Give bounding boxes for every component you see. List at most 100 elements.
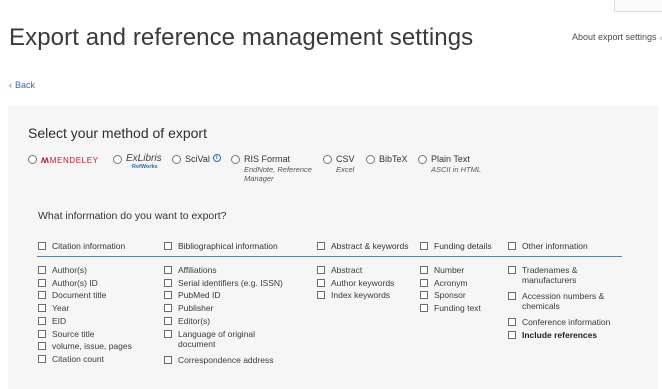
checkbox-box[interactable] bbox=[38, 266, 46, 274]
radio-bibtex[interactable]: BibTeX bbox=[366, 154, 408, 165]
checkbox-box[interactable] bbox=[164, 304, 172, 312]
checkbox-box[interactable] bbox=[317, 266, 325, 274]
radio-circle[interactable] bbox=[113, 155, 122, 164]
checkbox-label: Publisher bbox=[178, 303, 214, 313]
checkbox-author-keywords[interactable]: Author keywords bbox=[317, 278, 394, 288]
checkbox-conference-information[interactable]: Conference information bbox=[508, 317, 610, 327]
checkbox-authors[interactable]: Author(s) bbox=[38, 265, 87, 275]
radio-mendeley[interactable]: ʍ MENDELEY bbox=[28, 154, 99, 166]
info-icon[interactable]: i bbox=[212, 154, 221, 162]
radio-scival[interactable]: SciVal i bbox=[172, 154, 221, 165]
checkbox-box[interactable] bbox=[508, 318, 516, 326]
checkbox-box[interactable] bbox=[317, 279, 325, 287]
checkbox-author-ids[interactable]: Author(s) ID bbox=[38, 278, 98, 288]
checkbox-label: Citation count bbox=[52, 354, 104, 364]
checkbox-editors[interactable]: Editor(s) bbox=[164, 316, 210, 326]
checkbox-box[interactable] bbox=[317, 242, 325, 250]
checkbox-box[interactable] bbox=[508, 331, 516, 339]
checkbox-box[interactable] bbox=[38, 330, 46, 338]
checkbox-label: Include references bbox=[522, 330, 598, 340]
checkbox-box[interactable] bbox=[38, 317, 46, 325]
checkbox-sponsor[interactable]: Sponsor bbox=[420, 290, 466, 300]
checkbox-source-title[interactable]: Source title bbox=[38, 329, 95, 339]
checkbox-label: Author(s) bbox=[52, 265, 87, 275]
csv-label: CSV bbox=[336, 154, 355, 164]
checkbox-box[interactable] bbox=[164, 330, 172, 338]
checkbox-citation-count[interactable]: Citation count bbox=[38, 354, 104, 364]
checkbox-label: Funding details bbox=[434, 241, 492, 251]
checkbox-box[interactable] bbox=[38, 342, 46, 350]
checkbox-citation-information[interactable]: Citation information bbox=[38, 241, 125, 251]
radio-refworks[interactable]: ExLibris RefWorks bbox=[113, 154, 162, 171]
checkbox-bibliographical-information[interactable]: Bibliographical information bbox=[164, 241, 278, 251]
checkbox-box[interactable] bbox=[420, 291, 428, 299]
checkbox-box[interactable] bbox=[317, 291, 325, 299]
checkbox-include-references[interactable]: Include references bbox=[508, 330, 597, 340]
checkbox-label: Abstract & keywords bbox=[331, 241, 409, 251]
checkbox-funding-details[interactable]: Funding details bbox=[420, 241, 492, 251]
checkbox-abstract[interactable]: Abstract bbox=[317, 265, 362, 275]
checkbox-box[interactable] bbox=[38, 291, 46, 299]
checkbox-box[interactable] bbox=[420, 304, 428, 312]
export-method-title: Select your method of export bbox=[28, 125, 207, 141]
radio-circle[interactable] bbox=[28, 155, 37, 164]
checkbox-acronym[interactable]: Acronym bbox=[420, 278, 468, 288]
checkbox-box[interactable] bbox=[38, 304, 46, 312]
mendeley-logo: ʍ MENDELEY bbox=[41, 155, 99, 166]
checkbox-box[interactable] bbox=[508, 266, 516, 274]
checkbox-box[interactable] bbox=[420, 266, 428, 274]
checkbox-box[interactable] bbox=[420, 279, 428, 287]
checkbox-label: Citation information bbox=[52, 241, 126, 251]
checkbox-number[interactable]: Number bbox=[420, 265, 464, 275]
radio-circle[interactable] bbox=[323, 155, 332, 164]
checkbox-volume-issue-pages[interactable]: volume, issue, pages bbox=[38, 341, 132, 351]
back-link[interactable]: ‹ Back bbox=[9, 80, 35, 90]
checkbox-accession-numbers-chemicals[interactable]: Accession numbers & chemicals bbox=[508, 291, 622, 311]
checkbox-correspondence-address[interactable]: Correspondence address bbox=[164, 355, 273, 365]
radio-csv[interactable]: CSV Excel bbox=[323, 154, 355, 174]
checkbox-other-information[interactable]: Other information bbox=[508, 241, 588, 251]
checkbox-label: Sponsor bbox=[434, 290, 466, 300]
checkbox-box[interactable] bbox=[164, 291, 172, 299]
checkbox-label: Year bbox=[52, 303, 70, 313]
radio-plain-text[interactable]: Plain Text ASCII in HTML bbox=[418, 154, 481, 174]
radio-circle[interactable] bbox=[366, 155, 375, 164]
checkbox-eid[interactable]: EID bbox=[38, 316, 66, 326]
checkbox-serial-identifiers[interactable]: Serial identifiers (e.g. ISSN) bbox=[164, 278, 283, 288]
checkbox-label: Funding text bbox=[434, 303, 481, 313]
checkbox-label: Correspondence address bbox=[178, 355, 274, 365]
checkbox-tradenames-manufacturers[interactable]: Tradenames & manufacturers bbox=[508, 265, 602, 285]
checkbox-box[interactable] bbox=[164, 266, 172, 274]
checkbox-pubmed-id[interactable]: PubMed ID bbox=[164, 290, 221, 300]
top-bar-edge bbox=[614, 0, 662, 12]
checkbox-box[interactable] bbox=[164, 317, 172, 325]
checkbox-box[interactable] bbox=[508, 242, 516, 250]
checkbox-year[interactable]: Year bbox=[38, 303, 69, 313]
checkbox-affiliations[interactable]: Affiliations bbox=[164, 265, 217, 275]
checkbox-index-keywords[interactable]: Index keywords bbox=[317, 290, 390, 300]
checkbox-box[interactable] bbox=[164, 242, 172, 250]
checkbox-publisher[interactable]: Publisher bbox=[164, 303, 213, 313]
radio-circle[interactable] bbox=[231, 155, 240, 164]
ris-format-label: RIS Format bbox=[244, 154, 291, 164]
scival-label: SciVal bbox=[185, 154, 210, 164]
checkbox-box[interactable] bbox=[508, 292, 516, 300]
checkbox-label: Other information bbox=[522, 241, 588, 251]
about-export-settings-link[interactable]: About export settings⇗ bbox=[572, 32, 662, 43]
checkbox-funding-text[interactable]: Funding text bbox=[420, 303, 481, 313]
checkbox-document-title[interactable]: Document title bbox=[38, 290, 106, 300]
radio-circle[interactable] bbox=[172, 155, 181, 164]
radio-circle[interactable] bbox=[418, 155, 427, 164]
checkbox-box[interactable] bbox=[38, 355, 46, 363]
refworks-label: RefWorks bbox=[132, 164, 158, 170]
mendeley-mark-icon: ʍ bbox=[41, 155, 49, 166]
checkbox-abstract-keywords[interactable]: Abstract & keywords bbox=[317, 241, 408, 251]
checkbox-box[interactable] bbox=[38, 279, 46, 287]
checkbox-label: Language of original document bbox=[178, 329, 256, 349]
radio-ris-format[interactable]: RIS Format EndNote, Reference Manager bbox=[231, 154, 318, 183]
checkbox-language-of-original-document[interactable]: Language of original document bbox=[164, 329, 274, 349]
checkbox-box[interactable] bbox=[164, 356, 172, 364]
checkbox-box[interactable] bbox=[164, 279, 172, 287]
checkbox-box[interactable] bbox=[420, 242, 428, 250]
checkbox-box[interactable] bbox=[38, 242, 46, 250]
